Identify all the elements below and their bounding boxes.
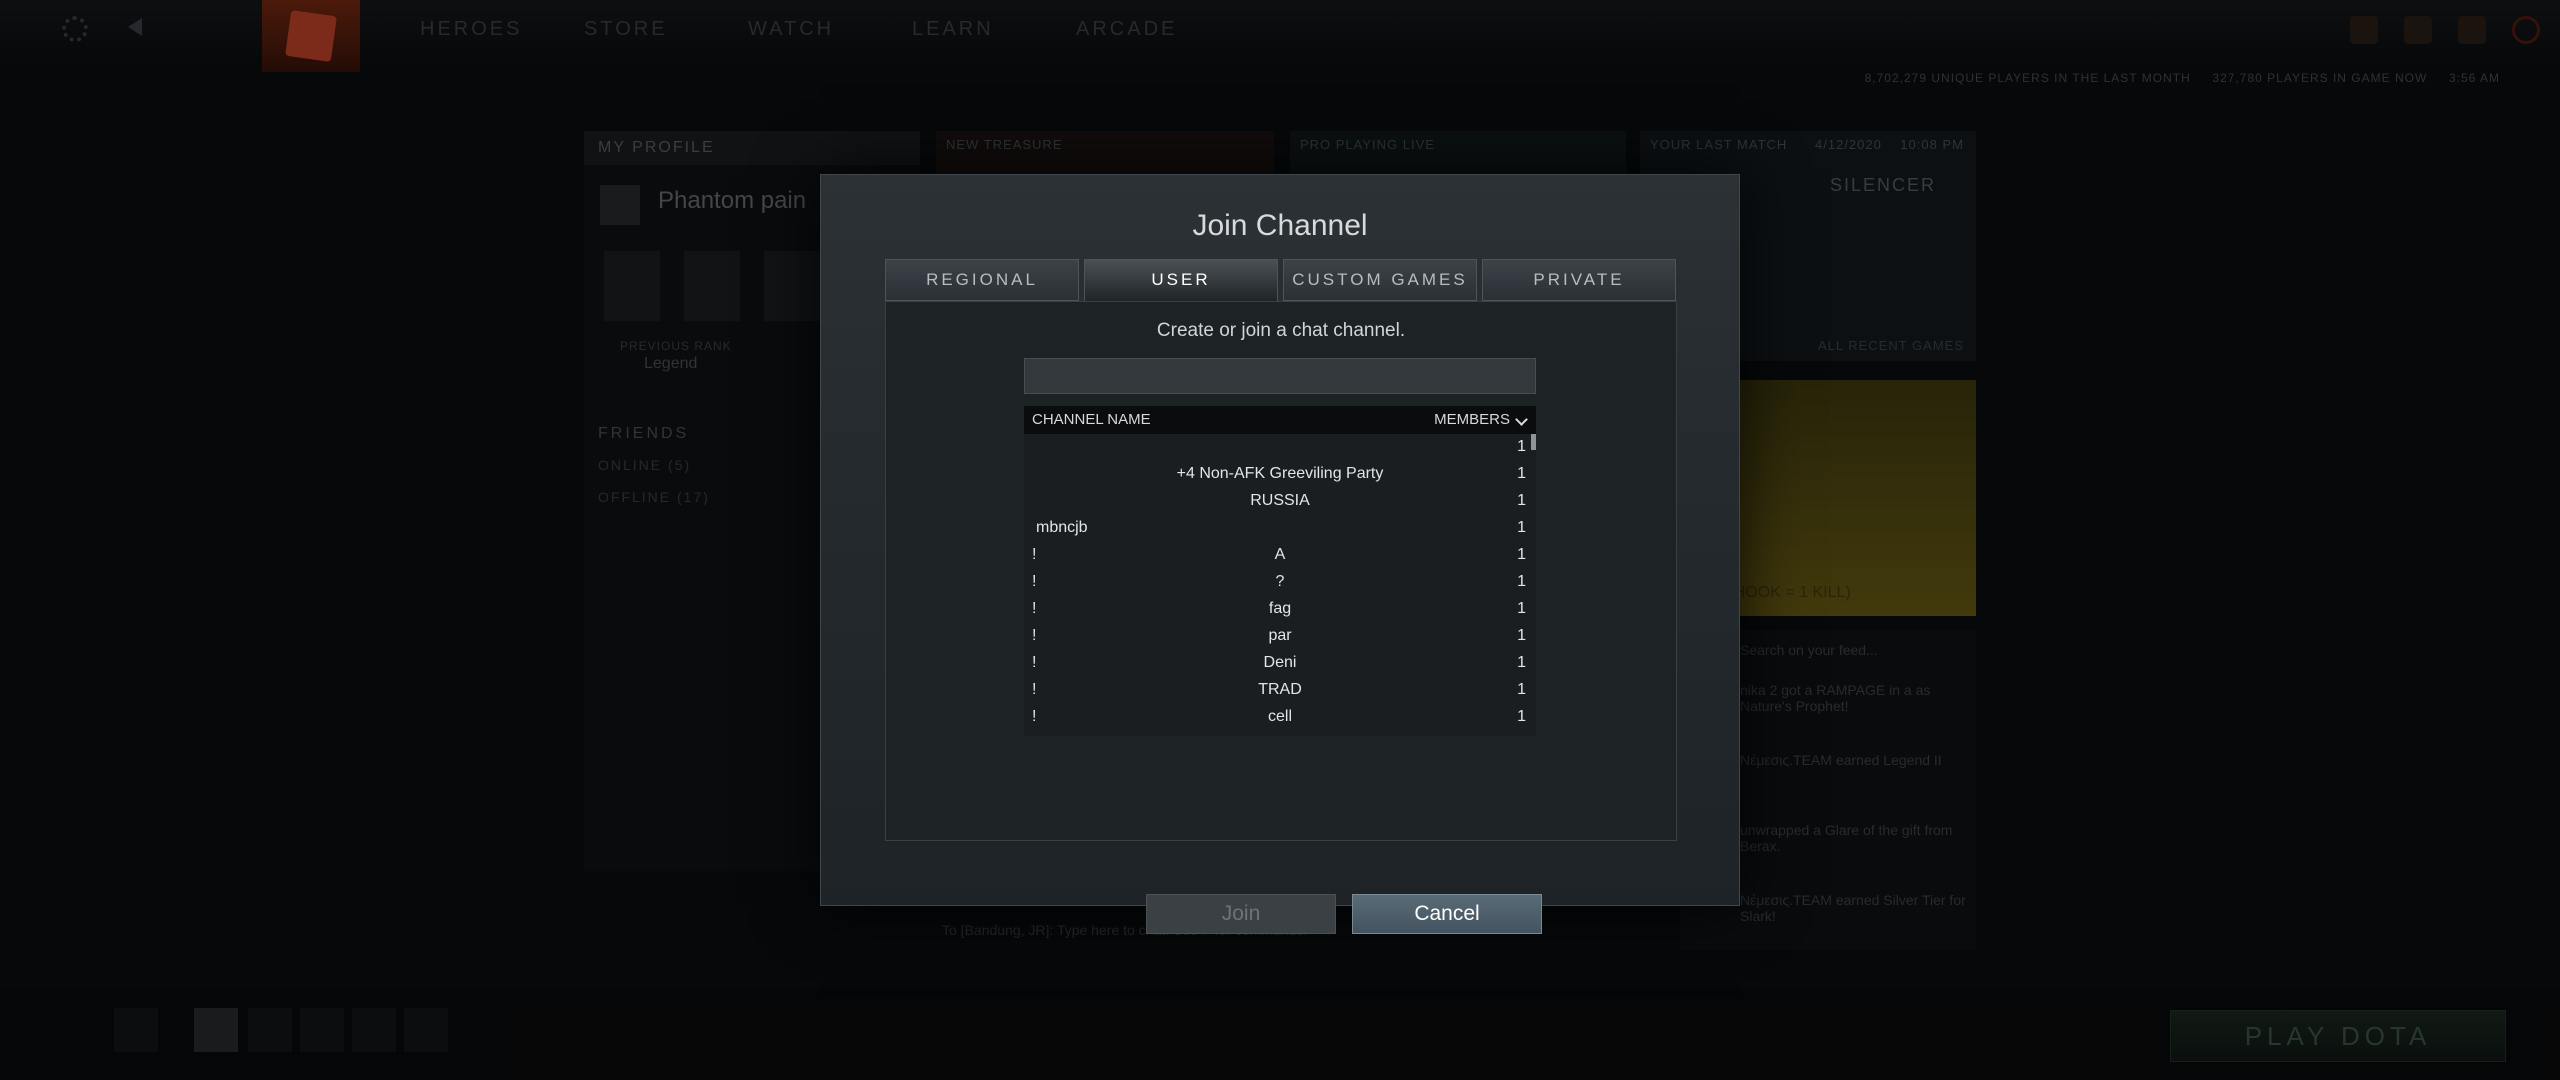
tab-user[interactable]: USER	[1084, 259, 1278, 301]
table-row[interactable]: ! Deni 1	[1024, 650, 1536, 677]
table-header: CHANNEL NAME MEMBERS	[1024, 406, 1536, 434]
channel-name: A	[1274, 546, 1286, 563]
channel-name: Deni	[1263, 654, 1297, 671]
channel-name: cell	[1267, 708, 1292, 725]
channel-name: +4 Non-AFK Greeviling Party	[1176, 465, 1384, 482]
channel-list: 1 +4 Non-AFK Greeviling Party 1 RUSSIA 1 mbnc…	[1024, 434, 1536, 736]
table-row[interactable]: ! par 1	[1024, 623, 1536, 650]
tab-regional[interactable]: REGIONAL	[885, 259, 1079, 301]
column-channel-name[interactable]: CHANNEL NAME	[1032, 411, 1151, 428]
channel-members: 1	[1517, 627, 1526, 644]
tab-private[interactable]: PRIVATE	[1482, 259, 1676, 301]
table-row[interactable]: 1	[1024, 434, 1536, 461]
channel-name: par	[1268, 627, 1292, 644]
channel-members: 1	[1517, 519, 1526, 536]
channel-members: 1	[1517, 600, 1526, 617]
tab-custom-games[interactable]: CUSTOM GAMES	[1283, 259, 1477, 301]
sort-chevron-down-icon[interactable]	[1515, 413, 1528, 426]
channel-name: ?	[1275, 573, 1285, 590]
cancel-button[interactable]: Cancel	[1352, 894, 1542, 934]
channel-table: CHANNEL NAME MEMBERS 1 +4 Non-AFK Greevil…	[1024, 406, 1536, 736]
table-row[interactable]: ! cell 1	[1024, 704, 1536, 731]
table-row[interactable]: RUSSIA 1	[1024, 488, 1536, 515]
column-members[interactable]: MEMBERS	[1434, 411, 1510, 428]
channel-type-tabs: REGIONAL USER CUSTOM GAMES PRIVATE	[885, 259, 1677, 301]
channel-members: 1	[1517, 708, 1526, 725]
channel-name: RUSSIA	[1250, 492, 1310, 509]
channel-name: TRAD	[1258, 681, 1302, 698]
channel-name: mbncjb	[1036, 519, 1088, 536]
table-row[interactable]: ! TRAD 1	[1024, 677, 1536, 704]
channel-members: 1	[1517, 492, 1526, 509]
channel-members: 1	[1517, 546, 1526, 563]
channel-members: 1	[1517, 438, 1526, 455]
channel-members: 1	[1517, 654, 1526, 671]
channel-name-input[interactable]	[1024, 358, 1536, 394]
channel-members: 1	[1517, 573, 1526, 590]
table-row[interactable]: mbncjb 1	[1024, 515, 1536, 542]
join-button[interactable]: Join	[1146, 894, 1336, 934]
instruction-text: Create or join a chat channel.	[1156, 320, 1406, 341]
table-row[interactable]: !? 1	[1024, 569, 1536, 596]
table-row[interactable]: ! fag 1	[1024, 596, 1536, 623]
join-channel-dialog: Join Channel REGIONAL USER CUSTOM GAMES …	[820, 174, 1740, 934]
table-row[interactable]: +4 Non-AFK Greeviling Party 1	[1024, 461, 1536, 488]
channel-members: 1	[1517, 465, 1526, 482]
tab-content: Create or join a chat channel. CHANNEL N…	[885, 301, 1677, 934]
channel-name: fag	[1268, 600, 1292, 617]
channel-members: 1	[1517, 681, 1526, 698]
dialog-title: Join Channel	[1192, 209, 1368, 242]
table-row[interactable]: ! A 1	[1024, 542, 1536, 569]
